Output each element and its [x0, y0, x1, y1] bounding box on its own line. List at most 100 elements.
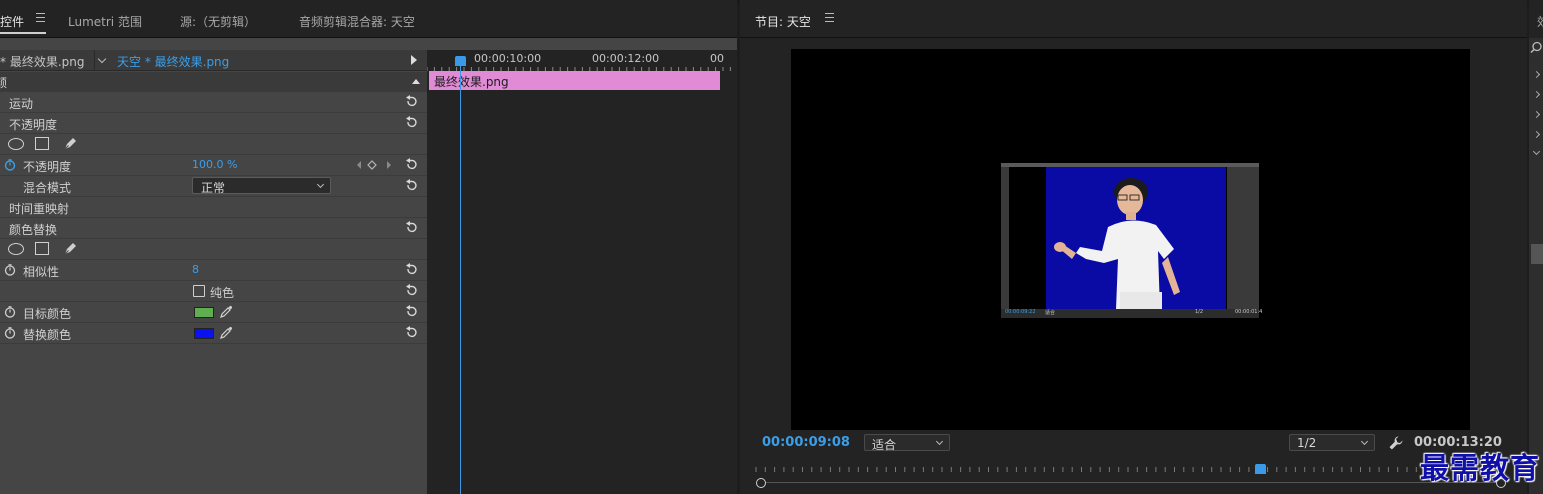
nested-end: 00:00:01:4 — [1235, 309, 1263, 315]
chevron-right-icon[interactable] — [1532, 130, 1541, 139]
program-monitor-body: 00:00:09:22 适合 1/2 00:00:01:4 00:00:09:0… — [740, 38, 1527, 494]
reset-icon[interactable] — [405, 221, 418, 234]
panel-menu-icon[interactable] — [36, 13, 45, 22]
tab-effects[interactable]: 效 — [1537, 13, 1543, 30]
ruler-ticks — [427, 67, 731, 71]
monitor-zoom-scrollbar[interactable] — [757, 482, 1505, 483]
motion-label: 运动 — [9, 97, 34, 111]
mask-tools-row — [0, 239, 427, 260]
fit-select[interactable]: 适合 — [864, 434, 950, 452]
resolution-select[interactable]: 1/2 — [1289, 434, 1375, 451]
ellipse-mask-icon[interactable] — [8, 138, 24, 150]
chevron-down-icon[interactable] — [1532, 147, 1541, 156]
timeline-ruler[interactable]: 00:00:10:00 00:00:12:00 00 — [427, 50, 737, 71]
blend-mode-select[interactable]: 正常 — [192, 177, 331, 195]
effects-panel-edge: 效 — [1529, 0, 1543, 494]
rectangle-mask-icon[interactable] — [35, 137, 49, 150]
opacity-value[interactable]: 100.0 % — [192, 158, 237, 171]
target-color-label: 目标颜色 — [23, 307, 72, 321]
keyframe-navigator[interactable] — [353, 159, 395, 171]
ellipse-mask-icon[interactable] — [8, 243, 24, 255]
property-row-opacity-group[interactable]: 不透明度 — [0, 113, 427, 134]
eyedropper-icon[interactable] — [219, 304, 234, 319]
pen-mask-icon[interactable] — [62, 136, 78, 152]
clip-header: * 最终效果.png 天空 * 最终效果.png — [0, 50, 427, 71]
left-tab-bar: 控件 Lumetri 范围 源:（无剪辑） 音频剪辑混合器: 天空 — [0, 0, 737, 38]
property-row-target-color[interactable]: 目标颜色 — [0, 302, 427, 323]
clip-sequence-label[interactable]: 天空 * 最终效果.png — [117, 53, 229, 70]
timeline-clip-bar[interactable]: 最终效果.png — [429, 71, 720, 90]
property-row-blend-mode[interactable]: 混合模式 正常 — [0, 176, 427, 197]
stopwatch-icon[interactable] — [4, 264, 16, 276]
scrollbar-thumb[interactable] — [1531, 244, 1543, 264]
program-viewer[interactable]: 00:00:09:22 适合 1/2 00:00:01:4 — [791, 49, 1470, 430]
video-effects-header: 颉 — [0, 76, 8, 90]
toggle-timeline-triangle-icon[interactable] — [411, 55, 417, 65]
reset-icon[interactable] — [405, 158, 418, 171]
panel-menu-icon[interactable] — [825, 13, 834, 22]
mask-tools-row — [0, 134, 427, 155]
reset-icon[interactable] — [405, 263, 418, 276]
right-tab-bar: 节目: 天空 — [740, 0, 1527, 38]
effects-panel-body — [1529, 38, 1543, 494]
active-tab-underline — [0, 32, 46, 34]
monitor-playhead-handle[interactable] — [1255, 464, 1266, 474]
playhead-timecode[interactable]: 00:00:09:08 — [762, 435, 850, 450]
tab-lumetri-scopes[interactable]: Lumetri 范围 — [68, 13, 142, 30]
stopwatch-icon[interactable] — [4, 306, 16, 318]
opacity-group-label: 不透明度 — [9, 118, 58, 132]
tab-program-monitor[interactable]: 节目: 天空 — [755, 13, 811, 30]
time-remap-label: 时间重映射 — [9, 202, 70, 216]
reset-icon[interactable] — [405, 95, 418, 108]
search-icon[interactable] — [1530, 41, 1543, 54]
replace-color-label: 替换颜色 — [23, 328, 72, 342]
reset-icon[interactable] — [405, 305, 418, 318]
property-row-opacity[interactable]: 不透明度 100.0 % — [0, 155, 427, 176]
effect-controls-panel: 控件 Lumetri 范围 源:（无剪辑） 音频剪辑混合器: 天空 * 最终效果… — [0, 0, 737, 494]
chevron-down-icon — [1360, 437, 1369, 446]
tab-audio-clip-mixer[interactable]: 音频剪辑混合器: 天空 — [299, 13, 415, 30]
property-row-solid-colors[interactable]: 纯色 — [0, 281, 427, 302]
nested-timecode: 00:00:09:22 — [1005, 309, 1036, 315]
watermark-logo: 最需教育 — [1420, 451, 1541, 485]
tab-source[interactable]: 源:（无剪辑） — [180, 13, 256, 30]
nested-control-bar: 00:00:09:22 适合 1/2 00:00:01:4 — [1001, 309, 1263, 318]
chevron-right-icon[interactable] — [1532, 90, 1541, 99]
eyedropper-icon[interactable] — [219, 325, 234, 340]
property-row-time-remap[interactable]: 时间重映射 — [0, 197, 427, 218]
playhead-line — [460, 58, 461, 494]
stopwatch-icon[interactable] — [4, 159, 16, 171]
video-header-row: 颉 — [0, 72, 427, 92]
effect-controls-timeline[interactable]: 00:00:10:00 00:00:12:00 00 最终效果.png — [427, 50, 737, 494]
reset-icon[interactable] — [405, 116, 418, 129]
reset-icon[interactable] — [405, 179, 418, 192]
property-row-motion[interactable]: 运动 — [0, 92, 427, 113]
wrench-icon[interactable] — [1388, 435, 1404, 451]
clip-source-label[interactable]: * 最终效果.png — [0, 53, 84, 70]
playhead-handle[interactable] — [455, 56, 466, 66]
chevron-right-icon[interactable] — [1532, 70, 1541, 79]
replace-color-swatch[interactable] — [194, 328, 214, 339]
target-color-swatch[interactable] — [194, 307, 214, 318]
monitor-time-ruler[interactable] — [754, 463, 1506, 475]
clip-dropdown[interactable] — [94, 50, 112, 71]
person-figure-image — [1054, 178, 1180, 309]
similarity-value[interactable]: 8 — [192, 263, 199, 276]
rectangle-mask-icon[interactable] — [35, 242, 49, 255]
property-row-replace-color[interactable]: 替换颜色 — [0, 323, 427, 344]
timeline-clip-name: 最终效果.png — [434, 75, 509, 89]
reset-icon[interactable] — [405, 284, 418, 297]
property-row-color-replace[interactable]: 颜色替换 — [0, 218, 427, 239]
pen-mask-icon[interactable] — [62, 241, 78, 257]
zoom-handle-left[interactable] — [756, 478, 766, 488]
chevron-right-icon[interactable] — [1532, 110, 1541, 119]
reset-icon[interactable] — [405, 326, 418, 339]
solid-colors-checkbox[interactable] — [193, 285, 205, 297]
property-row-similarity[interactable]: 相似性 8 — [0, 260, 427, 281]
tab-effect-controls[interactable]: 控件 — [0, 13, 24, 30]
fit-select-value: 适合 — [872, 438, 897, 452]
chevron-down-icon — [316, 180, 325, 189]
collapse-triangle-icon[interactable] — [412, 79, 420, 84]
stopwatch-icon[interactable] — [4, 327, 16, 339]
nested-blue-background — [1046, 167, 1226, 309]
